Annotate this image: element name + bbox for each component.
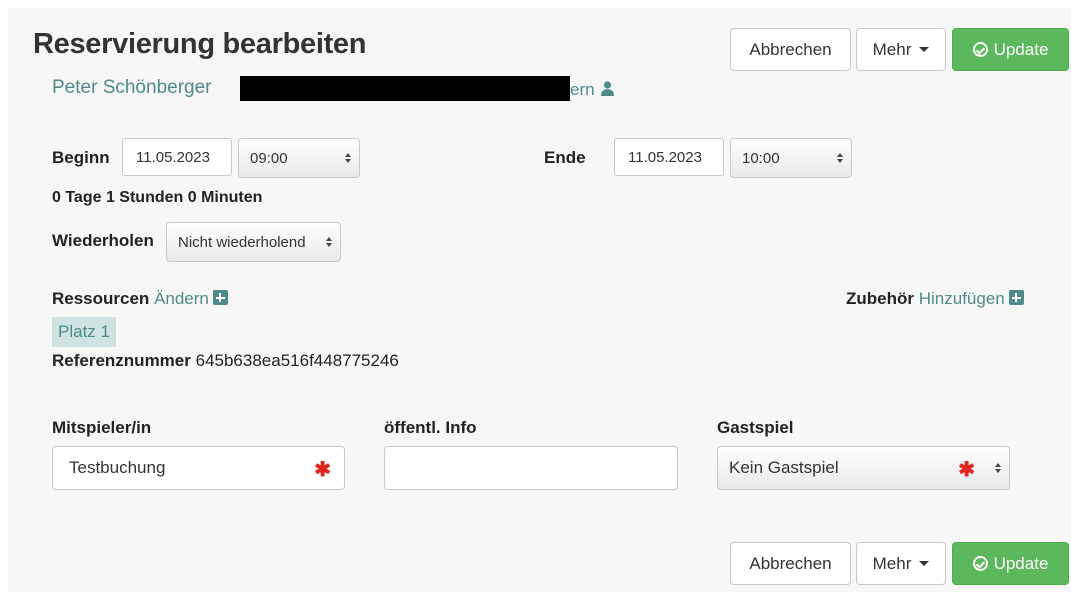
update-button-label: Update <box>993 39 1049 59</box>
accessories-label: Zubehör <box>846 289 914 308</box>
guest-select[interactable]: Kein Gastspiel ✱ <box>717 446 1010 490</box>
more-button-label: Mehr <box>872 39 912 59</box>
guest-label: Gastspiel <box>717 418 794 437</box>
public-info-input[interactable] <box>384 446 678 490</box>
update-button-bottom[interactable]: Update <box>952 542 1069 585</box>
plus-square-icon <box>212 290 228 305</box>
begin-time-select[interactable]: 09:00 <box>238 138 360 178</box>
update-button[interactable]: Update <box>952 28 1069 71</box>
reference-value: 645b638ea516f448775246 <box>195 351 399 370</box>
page-title: Reservierung bearbeiten <box>33 28 367 60</box>
reference-label: Referenznummer <box>52 351 191 370</box>
add-accessory-link[interactable]: Hinzufügen <box>919 289 1024 308</box>
partner-label: Mitspieler/in <box>52 418 152 437</box>
duration-text: 0 Tage 1 Stunden 0 Minuten <box>52 189 263 206</box>
info-label: öffentl. Info <box>384 418 477 437</box>
owner-link-tail[interactable]: ern <box>570 80 615 100</box>
more-dropdown-button[interactable]: Mehr <box>856 28 946 71</box>
partner-input-value: Testbuchung <box>69 458 166 477</box>
more-dropdown-button-bottom[interactable]: Mehr <box>856 542 946 585</box>
cancel-button[interactable]: Abbrechen <box>730 28 851 71</box>
add-accessory-link-text: Hinzufügen <box>918 289 1005 308</box>
resources-label: Ressourcen <box>52 289 150 308</box>
change-resources-link-text: Ändern <box>154 289 209 308</box>
owner-link-tail-text: ern <box>570 80 595 99</box>
end-time-select[interactable]: 10:00 <box>730 138 852 178</box>
select-arrows-icon <box>326 237 332 247</box>
accessories-row: Zubehör Hinzufügen <box>846 289 1024 309</box>
partner-input[interactable]: Testbuchung ✱ <box>52 446 345 490</box>
select-arrows-icon <box>837 153 843 163</box>
owner-name-link[interactable]: Peter Schönberger <box>52 77 212 99</box>
begin-time-value: 09:00 <box>250 149 288 167</box>
caret-down-icon <box>919 561 930 566</box>
required-asterisk-icon: ✱ <box>958 459 975 481</box>
repeat-select[interactable]: Nicht wiederholend <box>166 222 341 262</box>
change-resources-link[interactable]: Ändern <box>154 289 228 308</box>
resource-tag-label: Platz 1 <box>58 322 110 341</box>
check-circle-icon <box>972 556 988 571</box>
end-date-value: 11.05.2023 <box>628 148 702 166</box>
begin-label: Beginn <box>52 148 110 167</box>
redacted-region <box>240 76 570 101</box>
select-arrows-icon <box>345 153 351 163</box>
caret-down-icon <box>919 47 930 52</box>
cancel-button-label: Abbrechen <box>749 553 832 573</box>
end-time-value: 10:00 <box>742 149 780 167</box>
update-button-label: Update <box>993 553 1049 573</box>
user-icon <box>601 81 615 96</box>
select-arrows-icon <box>995 463 1001 473</box>
required-asterisk-icon: ✱ <box>314 459 331 481</box>
repeat-value: Nicht wiederholend <box>178 233 306 251</box>
reference-row: Referenznummer 645b638ea516f448775246 <box>52 351 399 371</box>
guest-select-value: Kein Gastspiel <box>729 458 839 477</box>
begin-date-input[interactable]: 11.05.2023 <box>122 138 232 176</box>
plus-square-icon <box>1008 290 1024 305</box>
end-date-input[interactable]: 11.05.2023 <box>614 138 724 176</box>
resources-row: Ressourcen Ändern <box>52 289 228 309</box>
check-circle-icon <box>972 42 988 57</box>
resource-tag: Platz 1 <box>52 317 116 347</box>
end-label: Ende <box>544 148 586 167</box>
repeat-label: Wiederholen <box>52 231 154 250</box>
more-button-label: Mehr <box>872 553 912 573</box>
cancel-button-bottom[interactable]: Abbrechen <box>730 542 851 585</box>
cancel-button-label: Abbrechen <box>749 39 832 59</box>
begin-date-value: 11.05.2023 <box>136 148 210 166</box>
